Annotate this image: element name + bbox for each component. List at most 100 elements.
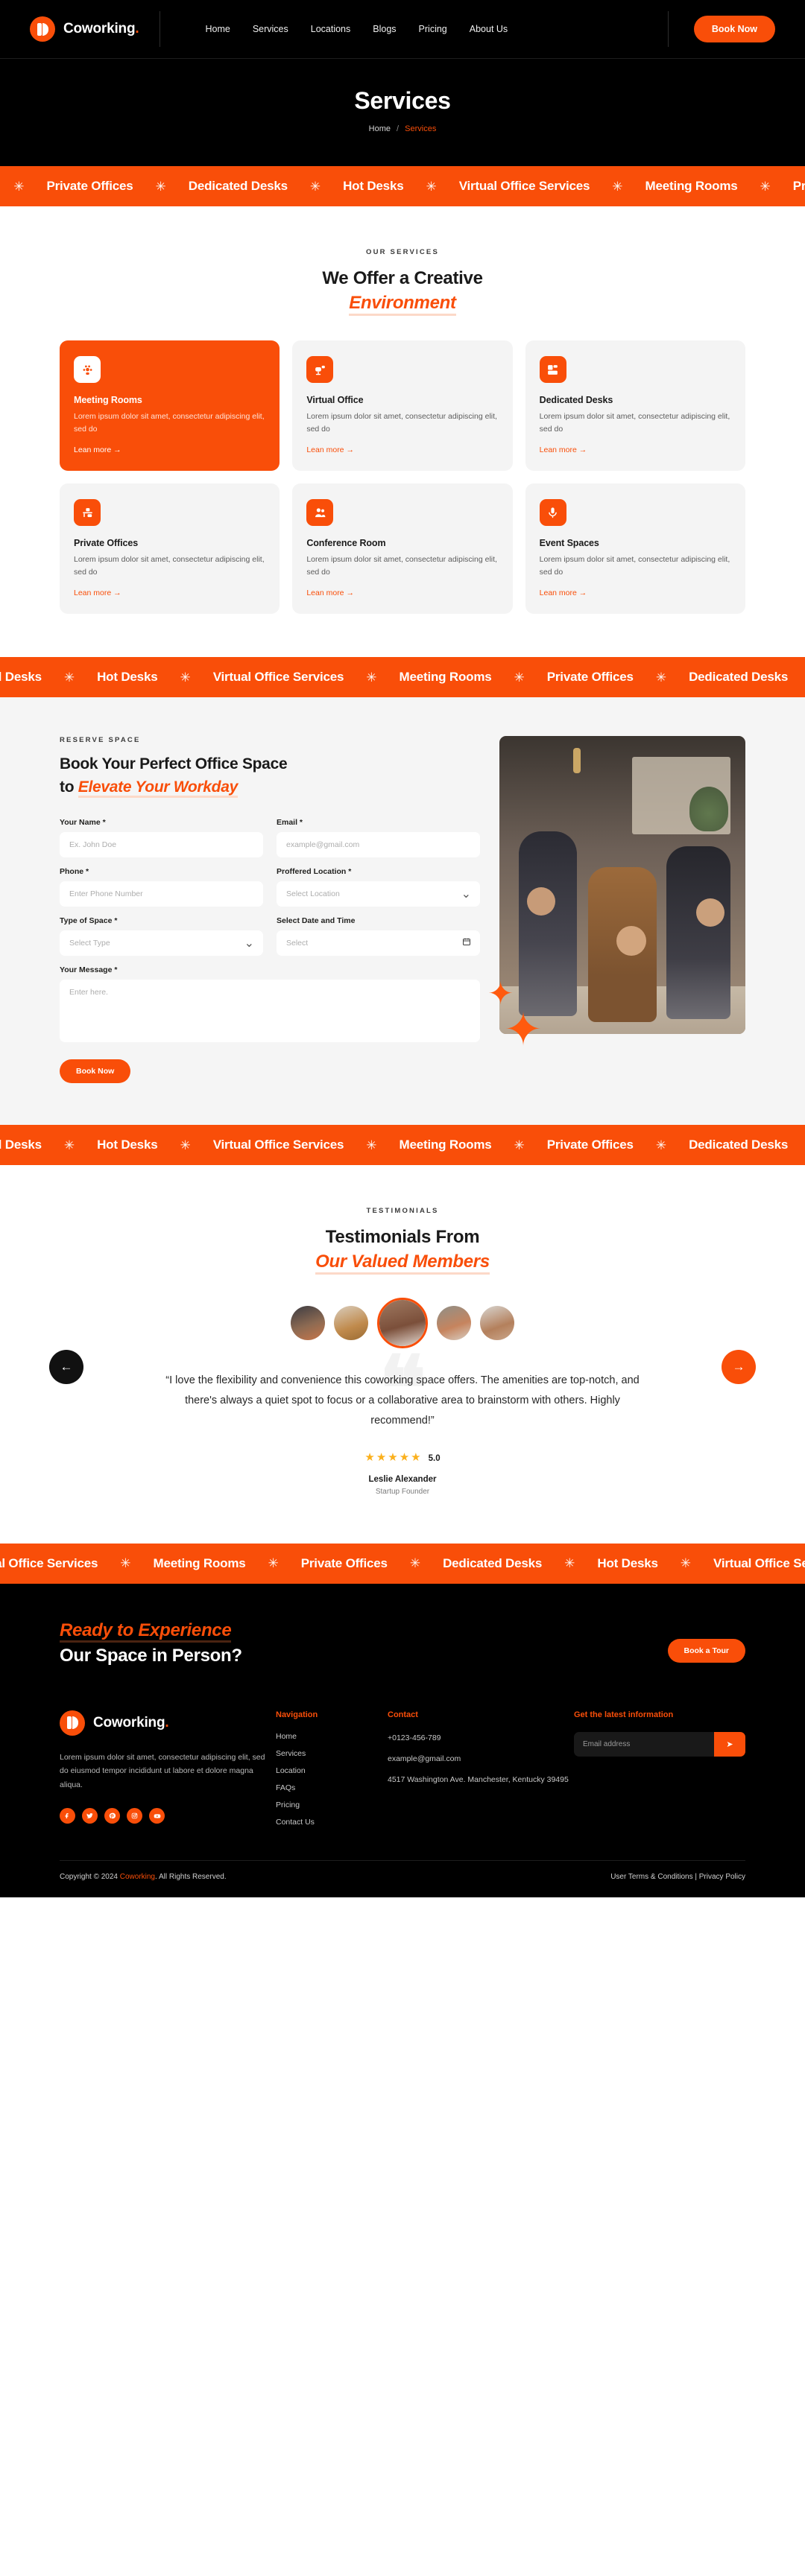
marquee-item: Private Offices [46, 179, 133, 193]
avatar[interactable] [480, 1306, 514, 1341]
service-card-title: Dedicated Desks [539, 395, 613, 406]
copyright-post: . All Rights Reserved. [155, 1872, 227, 1881]
marquee-star-icon: ✳ [680, 1556, 691, 1571]
service-card-link[interactable]: Lean more → [74, 589, 121, 597]
footer-newsletter-column: Get the latest information ➤ [574, 1710, 745, 1835]
footer-link-faqs[interactable]: FAQs [276, 1783, 388, 1792]
footer-link-home[interactable]: Home [276, 1732, 388, 1741]
twitter-icon[interactable] [82, 1808, 98, 1824]
service-card-link[interactable]: Lean more → [540, 589, 587, 597]
testimonial-prev-button[interactable]: ← [49, 1350, 83, 1385]
service-card-link[interactable]: Lean more → [74, 445, 121, 454]
nav-item-locations[interactable]: Locations [311, 24, 351, 34]
nav-item-home[interactable]: Home [205, 24, 230, 34]
coworking-logo-icon [30, 16, 55, 42]
nav-item-about-us[interactable]: About Us [470, 24, 508, 34]
footer-link-contact-us[interactable]: Contact Us [276, 1818, 388, 1827]
book-a-tour-button[interactable]: Book a Tour [667, 1638, 745, 1663]
marquee-star-icon: ✳ [564, 1556, 575, 1571]
marquee-star-icon: ✳ [514, 670, 525, 685]
desk-window-icon [539, 356, 566, 384]
footer-link-location[interactable]: Location [276, 1766, 388, 1775]
marquee-item: Hot Desks [597, 1555, 658, 1570]
footer-email[interactable]: example@gmail.com [388, 1753, 574, 1766]
nav-item-services[interactable]: Services [253, 24, 288, 34]
testimonial-quote-block: ❝ “I love the flexibility and convenienc… [164, 1345, 641, 1435]
copyright: Copyright © 2024 Coworking. All Rights R… [60, 1873, 227, 1881]
booking-section: RESERVE SPACE Book Your Perfect Office S… [0, 697, 805, 1126]
service-card[interactable]: Meeting Rooms Lorem ipsum dolor sit amet,… [60, 340, 280, 472]
booking-title-line1: Book Your Perfect Office Space [60, 755, 288, 773]
services-title-line1: We Offer a Creative [322, 268, 483, 288]
copyright-brand: Coworking [119, 1872, 155, 1881]
nav-item-pricing[interactable]: Pricing [419, 24, 447, 34]
brand-logo[interactable]: Coworking. [30, 16, 139, 42]
footer-phone[interactable]: +0123-456-789 [388, 1732, 574, 1745]
footer-nav-list: Home Services Location FAQs Pricing Cont… [276, 1732, 388, 1827]
services-card-grid: Meeting Rooms Lorem ipsum dolor sit amet,… [60, 340, 745, 615]
message-textarea[interactable] [60, 980, 480, 1043]
avatar[interactable] [334, 1306, 368, 1341]
marquee-item: Dedicated Desks [188, 179, 288, 193]
message-label: Your Message * [60, 965, 118, 975]
newsletter-form: ➤ [574, 1731, 745, 1757]
service-card-title: Event Spaces [539, 538, 599, 549]
footer-link-pricing[interactable]: Pricing [276, 1801, 388, 1809]
service-card[interactable]: Event Spaces Lorem ipsum dolor sit amet, … [525, 483, 745, 615]
location-select[interactable] [277, 881, 480, 907]
service-card[interactable]: Virtual Office Lorem ipsum dolor sit amet… [292, 340, 513, 472]
footer-logo[interactable]: Coworking. [60, 1710, 276, 1736]
nav-item-blogs[interactable]: Blogs [373, 24, 396, 34]
marquee-star-icon: ✳ [120, 1556, 131, 1571]
avatar[interactable] [291, 1306, 325, 1341]
email-input[interactable] [277, 832, 480, 858]
pinterest-icon[interactable] [104, 1808, 120, 1824]
service-card[interactable]: Dedicated Desks Lorem ipsum dolor sit ame… [525, 340, 745, 472]
cta-accent: Ready to Experience [60, 1619, 232, 1643]
testimonial-role: Startup Founder [375, 1487, 430, 1496]
marquee-item: Dedicated Desks [689, 1138, 789, 1152]
facebook-icon[interactable] [60, 1808, 75, 1824]
booking-submit-button[interactable]: Book Now [60, 1059, 131, 1084]
marquee-item: Dedicated Desks [0, 670, 42, 685]
instagram-icon[interactable] [127, 1808, 142, 1824]
service-card-link[interactable]: Lean more → [306, 445, 354, 454]
booking-title-accent: Elevate Your Workday [78, 778, 238, 798]
microphone-icon [539, 499, 566, 527]
marquee-star-icon: ✳ [63, 670, 75, 685]
marquee-item: Private Offices [300, 1555, 388, 1570]
testimonial-quote: “I love the flexibility and convenience … [165, 1374, 640, 1427]
footer-link-services[interactable]: Services [276, 1749, 388, 1758]
breadcrumb: Home / Services [0, 124, 805, 133]
page-root: Coworking. Home Services Locations Blogs… [0, 0, 805, 1897]
avatar[interactable] [437, 1306, 471, 1341]
marquee-band-lower: ✳ Meeting Rooms ✳ Private Offices ✳ Dedicated… [0, 1125, 805, 1166]
youtube-icon[interactable] [149, 1808, 165, 1824]
service-card-title: Private Offices [74, 538, 139, 549]
service-card-link[interactable]: Lean more → [540, 445, 587, 454]
newsletter-submit-button[interactable]: ➤ [714, 1731, 745, 1757]
testimonial-next-button[interactable]: → [722, 1350, 756, 1385]
marquee-star-icon: ✳ [514, 1138, 525, 1152]
marquee-star-icon: ✳ [180, 1138, 191, 1152]
newsletter-email-input[interactable] [574, 1731, 714, 1757]
service-card[interactable]: Private Offices Lorem ipsum dolor sit ame… [60, 483, 280, 615]
service-card-desc: Lorem ipsum dolor sit amet, consectetur … [306, 555, 497, 577]
date-time-input[interactable] [277, 930, 480, 957]
booking-title: Book Your Perfect Office Space to Elevat… [60, 753, 480, 799]
sparkle-icon-large: ✦ [504, 1004, 543, 1056]
phone-input[interactable] [60, 881, 263, 907]
legal-links[interactable]: User Terms & Conditions | Privacy Policy [610, 1873, 745, 1881]
service-card[interactable]: Conference Room Lorem ipsum dolor sit ame… [292, 483, 513, 615]
main-nav: Home Services Locations Blogs Pricing Ab… [205, 24, 508, 34]
marquee-star-icon: ✳ [13, 179, 25, 194]
breadcrumb-home[interactable]: Home [369, 124, 391, 133]
footer-contact-column: Contact +0123-456-789 example@gmail.com … [388, 1710, 574, 1835]
book-now-button[interactable]: Book Now [693, 16, 775, 42]
page-title: Services [354, 87, 451, 114]
marquee-item: Meeting Rooms [399, 670, 492, 685]
marquee-star-icon: ✳ [155, 179, 166, 194]
name-input[interactable] [60, 832, 263, 858]
space-type-select[interactable] [60, 930, 263, 957]
service-card-link[interactable]: Lean more → [306, 589, 354, 597]
